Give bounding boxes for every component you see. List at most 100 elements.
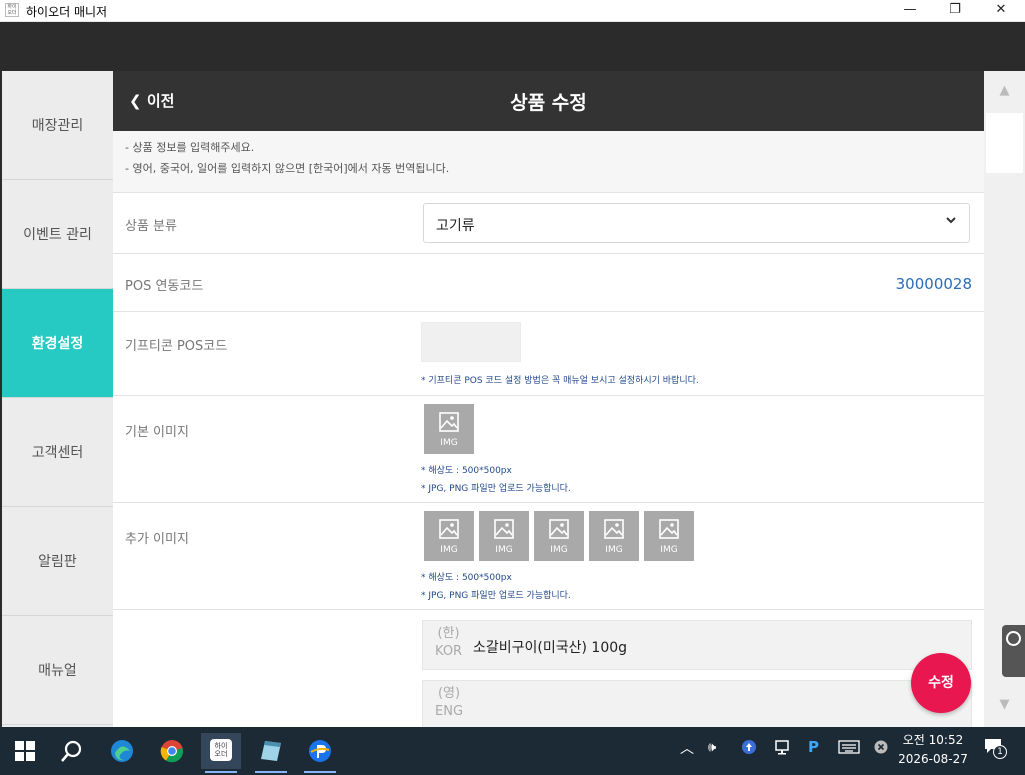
category-row: 상품 분류 고기류 [113,193,984,254]
close-circle-icon[interactable] [874,740,888,758]
gifticon-code-input[interactable] [421,322,521,362]
volume-icon[interactable]: 🕪 [708,740,716,755]
windows-icon [15,741,35,761]
taskbar-hiorder[interactable]: 하이 오더 [201,733,241,773]
page-header: ❮ 이전 상품 수정 [113,71,984,131]
notice-line: - 상품 정보를 입력해주세요. [125,141,255,154]
name-row: (한) KOR 소갈비구이(미국산) 100g (영) ENG [113,610,984,727]
gifticon-note: * 기프티콘 POS 코드 설정 방법은 꼭 매뉴얼 보시고 설정하시기 바랍니… [421,376,699,386]
taskbar-p-app[interactable] [300,733,340,773]
sidebar-item-settings[interactable]: 환경설정 [2,289,113,398]
img-text: IMG [550,545,568,555]
taskbar-chrome[interactable] [152,733,192,769]
sidebar-item-label: 환경설정 [31,336,84,352]
window-title-bar: 하이오더 하이오더 매니저 — ❐ ✕ [0,0,1025,22]
clock-date: 2026-08-27 [898,752,968,766]
base-image-upload[interactable]: IMG [424,404,474,454]
sidebar-item-manual[interactable]: 매뉴얼 [2,616,113,725]
window-title: 하이오더 매니저 [26,5,108,19]
extra-image-upload[interactable]: IMG [644,511,694,561]
start-button[interactable] [5,733,45,769]
sidebar-item-store[interactable]: 매장관리 [2,71,113,180]
image-icon [439,519,459,539]
img-text: IMG [495,545,513,555]
extra-image-upload[interactable]: IMG [424,511,474,561]
main-content: ❮ 이전 상품 수정 - 상품 정보를 입력해주세요. - 영어, 중국어, 일… [113,71,984,727]
sidebar-item-support[interactable]: 고객센터 [2,398,113,507]
lang-tag: (영) ENG [435,686,464,719]
img-text: IMG [440,438,458,448]
category-value: 고기류 [436,218,475,234]
submit-button[interactable]: 수정 [911,653,971,713]
pos-code-label: POS 연동코드 [125,279,204,294]
sidebar: 매장관리 이벤트 관리 환경설정 고객센터 알림판 매뉴얼 [0,71,113,727]
notice-box: - 상품 정보를 입력해주세요. - 영어, 중국어, 일어를 입력하지 않으면… [113,131,984,193]
extra-image-upload[interactable]: IMG [479,511,529,561]
notes-icon [261,741,281,761]
sidebar-item-events[interactable]: 이벤트 관리 [2,180,113,289]
tray-overflow-icon[interactable]: ︿ [680,738,694,758]
notification-button[interactable]: 1 [984,738,1007,759]
chrome-icon [160,740,184,763]
search-button[interactable] [52,733,92,769]
gifticon-label: 기프티콘 POS코드 [125,339,228,354]
pos-code-row: POS 연동코드 30000028 [113,254,984,312]
base-image-label: 기본 이미지 [125,425,189,440]
sidebar-item-label: 알림판 [38,554,77,570]
arrows-icon [1006,631,1021,646]
resolution-note: * 해상도 : 500*500px [421,466,512,476]
scroll-down-icon[interactable]: ▼ [984,697,1025,712]
top-bar [0,22,1025,71]
clock-time: 오전 10:52 [902,733,964,747]
format-note: * JPG, PNG 파일만 업로드 가능합니다. [421,591,571,601]
network-icon[interactable] [775,740,793,760]
sidebar-item-label: 이벤트 관리 [23,227,92,243]
lang-tag: (한) KOR [435,626,463,659]
sidebar-item-label: 매장관리 [31,118,84,134]
maximize-button[interactable]: ❐ [932,0,978,22]
extra-image-label: 추가 이미지 [125,532,189,547]
search-icon [61,740,82,762]
scroll-thumb[interactable] [986,113,1023,173]
extra-image-upload[interactable]: IMG [589,511,639,561]
taskbar: 하이 오더 ︿ 🕪 P 오전 10:52 2026-08-27 1 [0,727,1025,775]
notification-badge: 1 [993,745,1007,759]
img-text: IMG [605,545,623,555]
sidebar-item-board[interactable]: 알림판 [2,507,113,616]
image-icon [604,519,624,539]
keyboard-icon[interactable] [838,740,860,758]
sidebar-item-label: 매뉴얼 [38,663,77,679]
name-value: 소갈비구이(미국산) 100g [473,640,628,656]
name-input-eng[interactable]: (영) ENG [422,680,972,727]
close-button[interactable]: ✕ [978,0,1024,22]
security-icon[interactable] [741,738,757,760]
category-select[interactable]: 고기류 [423,203,970,243]
resolution-note: * 해상도 : 500*500px [421,573,512,583]
image-icon [659,519,679,539]
base-image-row: 기본 이미지 IMG * 해상도 : 500*500px * JPG, PNG … [113,396,984,503]
app-icon: 하이오더 [5,3,19,17]
name-input-kor[interactable]: (한) KOR 소갈비구이(미국산) 100g [422,620,972,670]
notice-line: - 영어, 중국어, 일어를 입력하지 않으면 [한국어]에서 자동 번역됩니다… [125,162,450,175]
taskbar-notes[interactable] [251,733,291,773]
scroll-up-icon[interactable]: ▲ [984,83,1025,98]
p-app-icon [309,740,331,762]
img-text: IMG [660,545,678,555]
image-icon [549,519,569,539]
category-label: 상품 분류 [125,219,177,234]
image-icon [494,519,514,539]
minimize-button[interactable]: — [887,0,933,22]
page-title: 상품 수정 [510,92,587,114]
edge-icon [111,740,133,762]
img-text: IMG [440,545,458,555]
sidebar-item-label: 고객센터 [31,445,84,461]
extra-image-upload[interactable]: IMG [534,511,584,561]
hiorder-icon: 하이 오더 [210,739,232,761]
gifticon-row: 기프티콘 POS코드 * 기프티콘 POS 코드 설정 방법은 꼭 매뉴얼 보시… [113,312,984,396]
side-panel-tab[interactable] [1002,625,1025,677]
format-note: * JPG, PNG 파일만 업로드 가능합니다. [421,484,571,494]
ime-indicator[interactable]: P [808,738,819,756]
chevron-down-icon [945,214,957,230]
taskbar-clock[interactable]: 오전 10:52 2026-08-27 [893,731,973,769]
taskbar-edge[interactable] [102,733,142,769]
